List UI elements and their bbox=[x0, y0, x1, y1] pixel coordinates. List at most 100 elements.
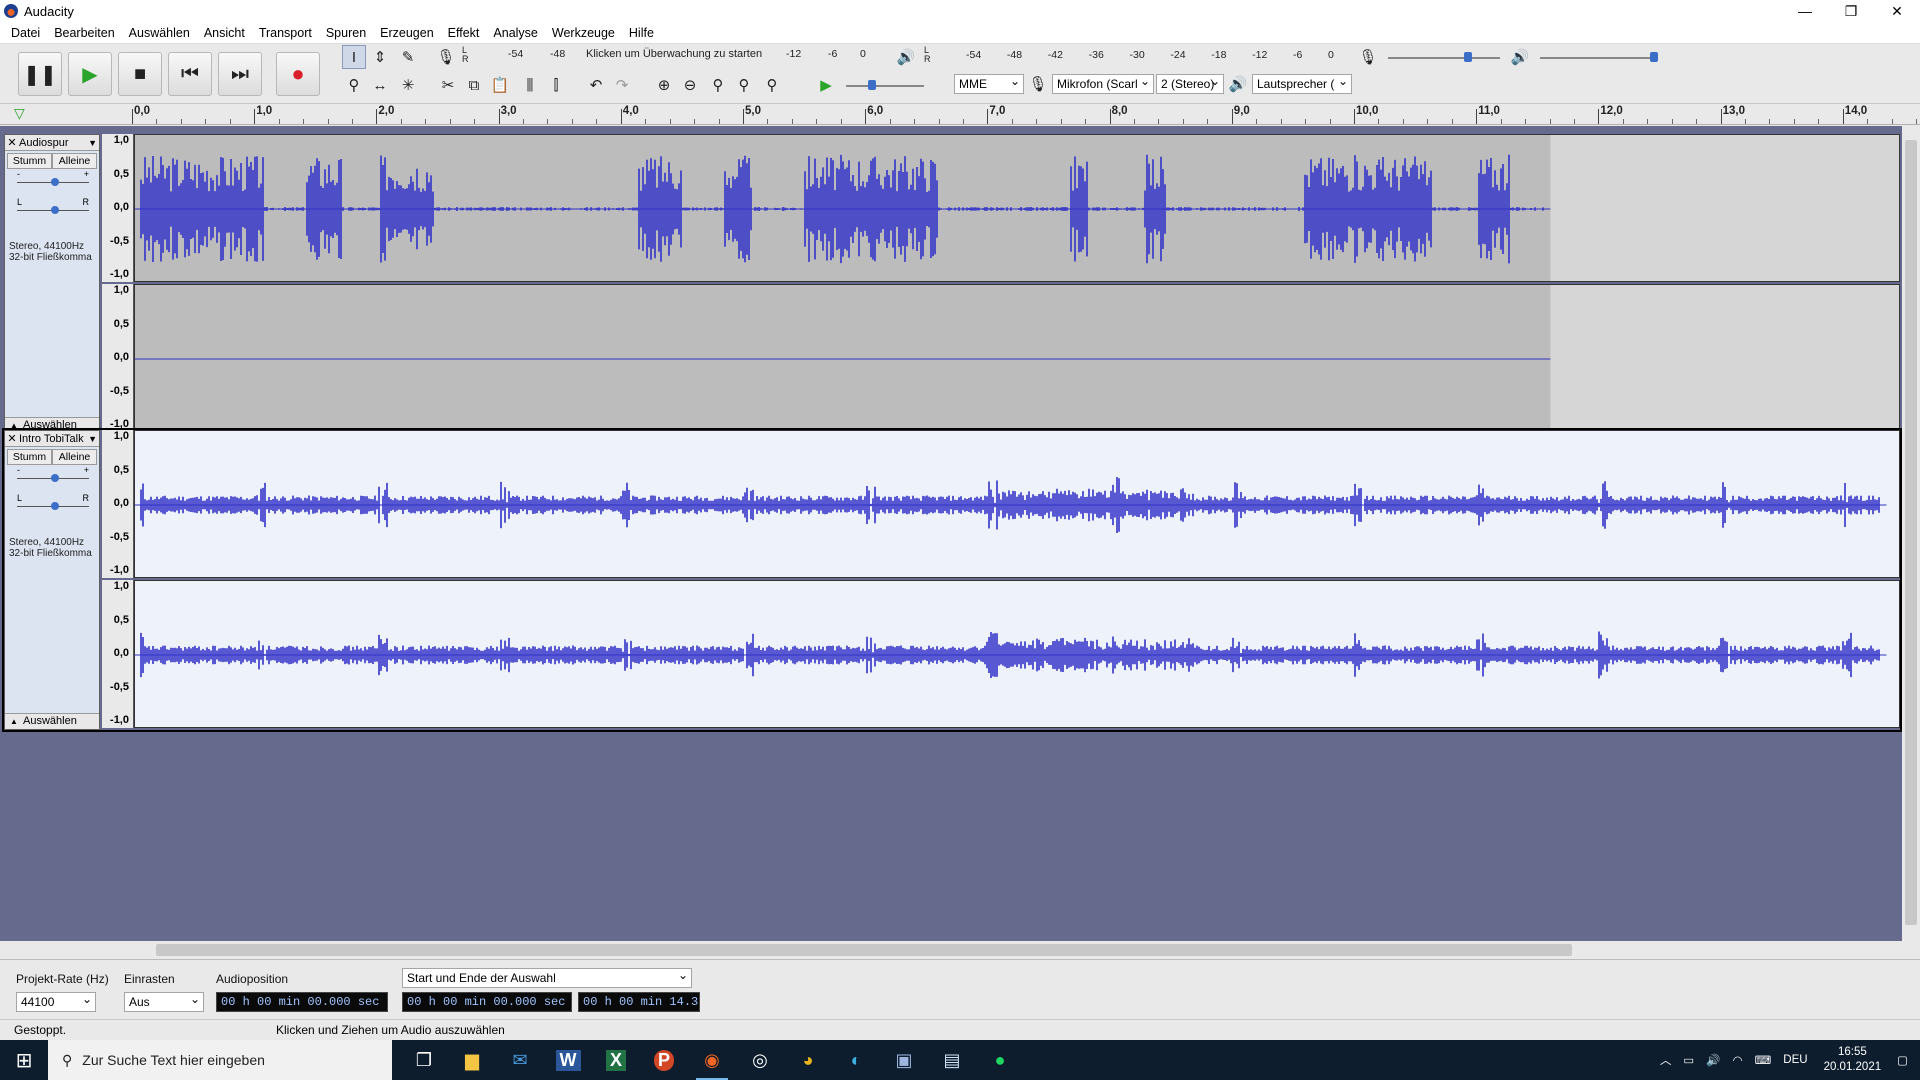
solo-button[interactable]: Alleine bbox=[52, 153, 97, 169]
taskbar-app-blue[interactable]: ▣ bbox=[880, 1040, 928, 1080]
recording-device-select[interactable]: Mikrofon (Scarl bbox=[1052, 74, 1154, 94]
vertical-scale[interactable]: 1,0 0,5 0,0 -0,5 -1,0 bbox=[102, 284, 134, 432]
waveform-channel[interactable] bbox=[134, 430, 1900, 578]
timeline-ruler[interactable]: ▽ 0,0 1,0 2,0 3,0 4,0 5,0 6,0 7,0 8,0 9,0 10,0 11,0… bbox=[0, 105, 1920, 125]
multi-tool-button[interactable]: ✳ bbox=[396, 73, 420, 97]
task-view-button[interactable]: ❐ bbox=[400, 1040, 448, 1080]
windows-start-button[interactable]: ⊞ bbox=[0, 1040, 48, 1080]
audio-host-select[interactable]: MME bbox=[954, 74, 1024, 94]
menu-ansicht[interactable]: Ansicht bbox=[197, 26, 252, 40]
selection-end-field[interactable]: 00 h 00 min 14.36 bbox=[578, 992, 700, 1012]
track-2[interactable]: ✕ Intro TobiTalk ▼ Stumm Alleine - + L R bbox=[2, 428, 1902, 732]
cut-button[interactable]: ✂ bbox=[436, 73, 460, 97]
tray-device-icon[interactable]: ▭ bbox=[1683, 1053, 1694, 1067]
taskbar-edge[interactable]: ◐ bbox=[832, 1040, 880, 1080]
zoom-tool-button[interactable]: ⚲ bbox=[342, 73, 366, 97]
zoom-in-button[interactable]: ⊕ bbox=[652, 73, 676, 97]
waveform-channel[interactable] bbox=[134, 134, 1900, 282]
track-control-panel[interactable]: ✕ Intro TobiTalk ▼ Stumm Alleine - + L R bbox=[4, 430, 100, 730]
tray-language[interactable]: DEU bbox=[1783, 1054, 1807, 1066]
record-button[interactable]: ● bbox=[276, 52, 320, 96]
recording-volume-slider[interactable] bbox=[1384, 50, 1504, 64]
play-speed-slider[interactable] bbox=[842, 78, 928, 92]
snap-select[interactable]: Aus bbox=[124, 992, 204, 1012]
playback-device-select[interactable]: Lautsprecher ( bbox=[1252, 74, 1352, 94]
tray-clock[interactable]: 16:55 20.01.2021 bbox=[1824, 1045, 1882, 1075]
pause-button[interactable]: ❚❚ bbox=[18, 52, 62, 96]
draw-tool-button[interactable]: ✎ bbox=[396, 45, 420, 69]
menu-werkzeuge[interactable]: Werkzeuge bbox=[545, 26, 622, 40]
track-name[interactable]: Audiospur bbox=[19, 137, 88, 149]
timeline-options-icon[interactable]: ▽ bbox=[14, 105, 25, 122]
track-control-panel[interactable]: ✕ Audiospur ▼ Stumm Alleine - + L R Ster… bbox=[4, 134, 100, 434]
menu-analyse[interactable]: Analyse bbox=[486, 26, 544, 40]
trim-button[interactable]: ⫼ bbox=[518, 73, 542, 97]
track-select-button[interactable]: Auswählen bbox=[5, 713, 99, 729]
close-button[interactable]: ✕ bbox=[1874, 0, 1920, 22]
menu-bearbeiten[interactable]: Bearbeiten bbox=[47, 26, 121, 40]
vertical-scale[interactable]: 1,0 0,5 0,0 -0,5 -1,0 bbox=[102, 134, 134, 282]
menu-hilfe[interactable]: Hilfe bbox=[622, 26, 661, 40]
fit-project-button[interactable]: ⚲ bbox=[732, 73, 756, 97]
maximize-button[interactable]: ❐ bbox=[1828, 0, 1874, 22]
vertical-scale[interactable]: 1,0 0,5 0,0 -0,5 -1,0 bbox=[102, 580, 134, 728]
menu-datei[interactable]: Datei bbox=[4, 26, 47, 40]
solo-button[interactable]: Alleine bbox=[52, 449, 97, 465]
mute-button[interactable]: Stumm bbox=[7, 153, 52, 169]
playback-meter[interactable]: L R -54 -48 -42 -36 -30 -24 -18 -12 -6 0 bbox=[924, 46, 1334, 64]
menu-effekt[interactable]: Effekt bbox=[441, 26, 487, 40]
menu-auswaehlen[interactable]: Auswählen bbox=[122, 26, 197, 40]
skip-end-button[interactable]: ⏭ bbox=[218, 52, 262, 96]
track-menu-chevron-icon[interactable]: ▼ bbox=[88, 138, 97, 148]
skip-start-button[interactable]: ⏮ bbox=[168, 52, 212, 96]
record-meter-button[interactable]: 🎙 bbox=[434, 45, 458, 69]
audio-position-field[interactable]: 00 h 00 min 00.000 sec bbox=[216, 992, 388, 1012]
taskbar-powerpoint[interactable]: P bbox=[640, 1040, 688, 1080]
zoom-out-button[interactable]: ⊖ bbox=[678, 73, 702, 97]
track-close-icon[interactable]: ✕ bbox=[5, 432, 19, 445]
taskbar-audacity[interactable]: ◉ bbox=[688, 1040, 736, 1080]
playback-volume-slider[interactable] bbox=[1536, 50, 1662, 64]
pan-slider[interactable]: L R bbox=[15, 197, 95, 219]
paste-button[interactable]: 📋 bbox=[488, 73, 512, 97]
channels-select[interactable]: 2 (Stereo) bbox=[1156, 74, 1224, 94]
taskbar-chrome[interactable]: ◕ bbox=[784, 1040, 832, 1080]
copy-button[interactable]: ⧉ bbox=[462, 73, 486, 97]
timeshift-tool-button[interactable]: ↔ bbox=[368, 73, 392, 97]
notifications-icon[interactable]: ▢ bbox=[1897, 1053, 1908, 1067]
zoom-toggle-button[interactable]: ⚲ bbox=[760, 73, 784, 97]
selection-mode-select[interactable]: Start und Ende der Auswahl bbox=[402, 968, 692, 988]
undo-button[interactable]: ↶ bbox=[584, 73, 608, 97]
track-1[interactable]: ✕ Audiospur ▼ Stumm Alleine - + L R Ster… bbox=[4, 134, 1900, 434]
fit-selection-button[interactable]: ⚲ bbox=[706, 73, 730, 97]
track-close-icon[interactable]: ✕ bbox=[5, 136, 19, 149]
tray-network-icon[interactable]: ◠ bbox=[1733, 1053, 1743, 1067]
envelope-tool-button[interactable]: ⇕ bbox=[368, 45, 392, 69]
taskbar-mail[interactable]: ✉ bbox=[496, 1040, 544, 1080]
selection-tool-button[interactable]: I bbox=[342, 45, 366, 69]
track-name-bar[interactable]: ✕ Audiospur ▼ bbox=[5, 135, 99, 151]
redo-button[interactable]: ↷ bbox=[610, 73, 634, 97]
tray-chevron-icon[interactable]: ︿ bbox=[1660, 1052, 1672, 1068]
taskbar-explorer[interactable]: ▆ bbox=[448, 1040, 496, 1080]
taskbar-obs[interactable]: ◎ bbox=[736, 1040, 784, 1080]
waveform-channel[interactable] bbox=[134, 580, 1900, 728]
playback-meter-button[interactable]: 🔊 bbox=[894, 45, 918, 69]
menu-erzeugen[interactable]: Erzeugen bbox=[373, 26, 441, 40]
project-rate-select[interactable]: 44100 bbox=[16, 992, 96, 1012]
silence-button[interactable]: ⫿ bbox=[544, 73, 568, 97]
gain-slider[interactable]: - + bbox=[15, 465, 95, 487]
horizontal-scrollbar[interactable] bbox=[130, 941, 1902, 959]
track-name-bar[interactable]: ✕ Intro TobiTalk ▼ bbox=[5, 431, 99, 447]
taskbar-spotify[interactable]: ● bbox=[976, 1040, 1024, 1080]
stop-button[interactable]: ■ bbox=[118, 52, 162, 96]
minimize-button[interactable]: — bbox=[1782, 0, 1828, 22]
taskbar-excel[interactable]: X bbox=[592, 1040, 640, 1080]
record-meter[interactable]: L R -54 -48 Klicken um Überwachung zu st… bbox=[462, 46, 872, 64]
tray-keyboard-icon[interactable]: ⌨ bbox=[1755, 1053, 1772, 1067]
tray-volume-icon[interactable]: 🔊 bbox=[1706, 1053, 1720, 1067]
waveform-channel[interactable] bbox=[134, 284, 1900, 432]
mute-button[interactable]: Stumm bbox=[7, 449, 52, 465]
taskbar-word[interactable]: W bbox=[544, 1040, 592, 1080]
play-at-speed-button[interactable]: ▶ bbox=[814, 73, 838, 97]
